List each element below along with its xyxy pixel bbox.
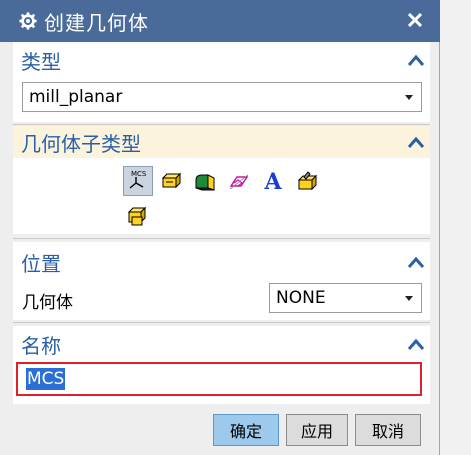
divider — [13, 238, 430, 239]
titlebar: 创建几何体 — [0, 0, 440, 42]
gear-icon — [18, 11, 38, 31]
type-select[interactable]: mill_planar — [22, 82, 422, 112]
position-section-label: 位置 — [21, 251, 61, 276]
geometry-parent-value: NONE — [276, 288, 326, 308]
mill-stock-icon[interactable] — [123, 202, 151, 230]
workpiece-icon[interactable] — [157, 168, 185, 196]
chevron-down-icon — [405, 296, 413, 301]
mill-area-icon[interactable] — [191, 168, 219, 196]
cancel-button[interactable]: 取消 — [355, 414, 421, 446]
text-icon-letter: A — [264, 169, 282, 195]
chevron-up-icon[interactable] — [406, 132, 426, 152]
subtype-section-label: 几何体子类型 — [21, 131, 141, 156]
mill-boundary-icon[interactable] — [225, 168, 253, 196]
dialog-title: 创建几何体 — [44, 10, 149, 35]
position-section-header[interactable]: 位置 — [13, 246, 430, 278]
divider — [13, 322, 430, 323]
type-section-label: 类型 — [21, 49, 61, 74]
chevron-up-icon[interactable] — [406, 334, 426, 354]
geometry-parent-select[interactable]: NONE — [269, 283, 422, 313]
name-input-value: MCS — [26, 368, 66, 390]
ok-button[interactable]: 确定 — [213, 414, 279, 446]
geometry-parent-label: 几何体 — [22, 293, 73, 313]
close-icon[interactable] — [404, 9, 426, 31]
divider — [13, 124, 430, 125]
type-section-header[interactable]: 类型 — [13, 44, 430, 76]
apply-button[interactable]: 应用 — [286, 414, 348, 446]
name-section-header[interactable]: 名称 — [13, 328, 430, 360]
name-input[interactable]: MCS — [16, 362, 422, 396]
name-section-label: 名称 — [21, 333, 61, 358]
mcs-icon-text: MCS — [131, 170, 147, 178]
chevron-up-icon[interactable] — [406, 252, 426, 272]
mill-geom-icon[interactable] — [293, 168, 321, 196]
chevron-down-icon — [405, 95, 413, 100]
mcs-icon[interactable]: MCS — [123, 166, 153, 196]
chevron-up-icon[interactable] — [406, 50, 426, 70]
create-geometry-dialog: 创建几何体 类型 mill_planar 几何体子类型 MCS A 位置 几何体… — [0, 0, 440, 455]
subtype-section-header[interactable]: 几何体子类型 — [13, 126, 430, 158]
type-select-value: mill_planar — [29, 87, 123, 107]
mill-text-icon[interactable]: A — [259, 168, 287, 196]
